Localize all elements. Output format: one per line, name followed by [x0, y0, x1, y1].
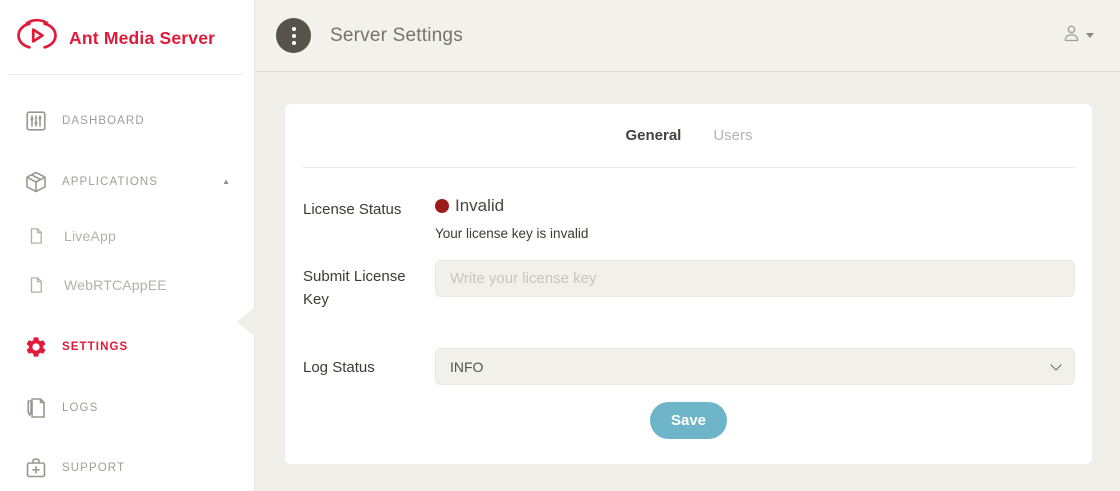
- sidebar-item-label: DASHBOARD: [62, 115, 145, 127]
- save-button[interactable]: Save: [650, 402, 727, 439]
- page-title: Server Settings: [330, 25, 463, 47]
- license-status-value: Invalid: [435, 196, 1075, 216]
- sidebar-nav: DASHBOARD APPLICATIONS ▲: [0, 97, 254, 491]
- applications-box-icon: [24, 170, 48, 194]
- tab-general[interactable]: General: [625, 127, 681, 144]
- header: Server Settings: [256, 0, 1120, 72]
- sidebar-item-logs[interactable]: LOGS: [0, 384, 254, 432]
- active-item-notch: [237, 306, 256, 338]
- ant-media-logo-icon: [16, 17, 58, 59]
- license-status-row: License Status Invalid Your license key …: [285, 196, 1092, 241]
- sidebar-item-label: SUPPORT: [62, 462, 125, 474]
- license-key-row: Submit License Key: [285, 260, 1092, 311]
- app-root: Ant Media Server DASHBOARD: [0, 0, 1120, 491]
- sidebar-item-label: LiveApp: [64, 228, 116, 244]
- tabs: General Users: [303, 104, 1075, 168]
- sidebar-item-settings[interactable]: SETTINGS: [0, 323, 254, 371]
- collapse-up-icon[interactable]: ▲: [222, 178, 230, 186]
- sidebar-item-label: LOGS: [62, 402, 98, 414]
- brand[interactable]: Ant Media Server: [0, 0, 254, 74]
- log-status-label: Log Status: [303, 348, 435, 385]
- sidebar-item-applications[interactable]: APPLICATIONS ▲: [0, 158, 254, 206]
- logs-document-icon: [24, 396, 48, 420]
- sidebar: Ant Media Server DASHBOARD: [0, 0, 255, 491]
- header-menu-button[interactable]: [276, 18, 311, 53]
- content: Server Settings General Users Lice: [256, 0, 1120, 491]
- license-key-label: Submit License Key: [303, 260, 435, 311]
- sidebar-item-label: SETTINGS: [62, 341, 128, 353]
- sidebar-item-liveapp[interactable]: LiveApp: [0, 216, 254, 256]
- gear-icon: [24, 334, 48, 360]
- status-dot-icon: [435, 199, 449, 213]
- log-status-select[interactable]: INFO: [435, 348, 1075, 385]
- user-menu[interactable]: [1061, 23, 1094, 49]
- license-key-input[interactable]: [435, 260, 1075, 297]
- save-row: Save: [285, 402, 1092, 439]
- file-icon: [24, 276, 48, 294]
- sidebar-divider: [8, 74, 242, 75]
- sidebar-item-webrtcappee[interactable]: WebRTCAppEE: [0, 265, 254, 305]
- file-icon: [24, 227, 48, 245]
- settings-card: General Users License Status Invalid You…: [285, 104, 1092, 464]
- person-icon: [1061, 23, 1082, 49]
- license-status-label: License Status: [303, 196, 435, 241]
- status-text: Invalid: [455, 196, 504, 216]
- log-status-row: Log Status INFO: [285, 348, 1092, 385]
- sidebar-item-label: WebRTCAppEE: [64, 277, 167, 293]
- sidebar-item-dashboard[interactable]: DASHBOARD: [0, 97, 254, 145]
- vertical-dots-icon: [292, 27, 296, 45]
- dashboard-sliders-icon: [24, 109, 48, 133]
- tab-users[interactable]: Users: [713, 127, 752, 144]
- sidebar-item-support[interactable]: SUPPORT: [0, 444, 254, 491]
- main-area: General Users License Status Invalid You…: [256, 72, 1120, 490]
- sidebar-item-label: APPLICATIONS: [62, 176, 158, 188]
- chevron-down-icon: [1086, 33, 1094, 38]
- license-status-description: Your license key is invalid: [435, 226, 1075, 241]
- brand-name: Ant Media Server: [69, 28, 215, 49]
- support-kit-icon: [24, 456, 48, 480]
